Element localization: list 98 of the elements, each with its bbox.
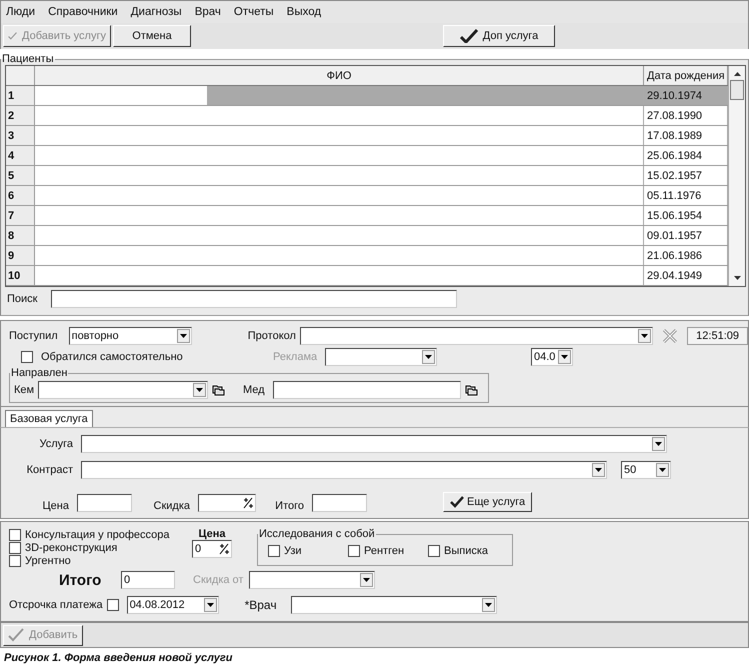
folders-icon[interactable] <box>465 384 478 396</box>
checkbox[interactable] <box>428 544 440 556</box>
row-number: 9 <box>6 246 35 265</box>
group-title: Исследования с собой <box>258 528 376 540</box>
table-row[interactable]: 5 15.02.1957 <box>6 166 728 186</box>
row-number: 10 <box>6 266 35 285</box>
checkbox-label: Узи <box>284 544 302 556</box>
contrast-percent-dropdown[interactable]: 50 <box>621 461 671 479</box>
discount-from-label: Скидка от <box>193 574 244 586</box>
scroll-thumb[interactable] <box>730 80 744 100</box>
discount-label: Скидка <box>152 500 191 512</box>
checkbox[interactable] <box>9 528 21 540</box>
checkmark-icon <box>460 29 478 43</box>
row-number: 3 <box>6 126 35 145</box>
deferral-label: Отсрочка платежа <box>9 599 103 611</box>
protocol-dropdown[interactable] <box>300 326 654 344</box>
menu-item[interactable]: Выход <box>286 6 322 18</box>
spin-arrows-icon[interactable] <box>219 543 229 555</box>
column-header[interactable]: ФИО <box>35 66 644 85</box>
med-field[interactable] <box>273 380 461 398</box>
row-number: 8 <box>6 226 35 245</box>
row-number: 4 <box>6 146 35 165</box>
checkbox-label: Консультация у профессора <box>25 528 170 540</box>
advertising-label: Реклама <box>273 350 318 362</box>
doctor-label: *Врач <box>244 598 278 612</box>
extra-service-button[interactable]: Доп услуга <box>443 25 555 47</box>
checkmark-icon <box>8 628 24 642</box>
table-row[interactable]: 1 29.10.1974 <box>6 86 728 106</box>
figure-caption: Рисунок 1. Форма введения новой услуги <box>3 651 234 666</box>
search-label: Поиск <box>7 293 38 305</box>
total-field[interactable] <box>312 494 367 512</box>
advertising-dropdown[interactable] <box>325 348 437 366</box>
row-number: 5 <box>6 166 35 185</box>
admission-dropdown[interactable]: повторно <box>68 326 192 344</box>
checkbox-label: Ургентно <box>25 554 71 566</box>
total-field[interactable]: 0 <box>121 571 175 589</box>
more-service-button[interactable]: Еще услуга <box>443 492 532 512</box>
table-row[interactable]: 10 29.04.1949 <box>6 266 728 286</box>
clear-icon[interactable] <box>661 326 680 344</box>
menu-item[interactable]: Справочники <box>48 6 118 18</box>
checkbox[interactable] <box>106 599 119 611</box>
cancel-button[interactable]: Отмена <box>113 25 191 47</box>
discount-from-dropdown[interactable] <box>249 571 375 589</box>
tab[interactable]: Базовая услуга <box>5 410 93 427</box>
admission-label: Поступил <box>9 330 59 342</box>
checkbox-label: Рентген <box>364 544 404 556</box>
checkbox-label: Обратился самостоятельно <box>41 350 184 362</box>
row-number: 2 <box>6 106 35 125</box>
contrast-dropdown[interactable] <box>81 461 607 479</box>
price-spinner[interactable]: 0 <box>192 540 232 558</box>
table-row[interactable]: 9 21.06.1986 <box>6 246 728 266</box>
price-label: Цена <box>198 528 226 540</box>
checkbox-label: Выписка <box>444 544 488 556</box>
scrollbar[interactable] <box>728 66 745 286</box>
service-dropdown[interactable] <box>81 435 667 453</box>
scroll-down-icon[interactable] <box>734 276 740 280</box>
price-field[interactable] <box>77 494 132 512</box>
table-cell: 29.10.1974 <box>644 86 728 105</box>
discount-spinner[interactable] <box>198 494 256 512</box>
row-number: 7 <box>6 206 35 225</box>
date-dropdown[interactable]: 04.0 <box>531 348 573 366</box>
spin-arrows-icon[interactable] <box>243 497 253 509</box>
date-dropdown[interactable]: 04.08.2012 <box>126 596 219 614</box>
price-label: Цена <box>42 500 70 512</box>
doctor-dropdown[interactable] <box>290 596 497 614</box>
time-display: 12:51:09 <box>687 326 748 344</box>
menu-item[interactable]: Люди <box>6 6 36 18</box>
checkbox[interactable] <box>9 542 21 554</box>
folders-icon[interactable] <box>212 384 225 396</box>
table-row[interactable]: 3 17.08.1989 <box>6 126 728 146</box>
service-label: Услуга <box>38 438 74 450</box>
table-row[interactable]: 7 15.06.1954 <box>6 206 728 226</box>
row-number: 6 <box>6 186 35 205</box>
search-field[interactable] <box>51 290 458 308</box>
checkbox[interactable] <box>268 544 280 556</box>
row-number: 1 <box>6 86 35 105</box>
table-row[interactable]: 8 09.01.1957 <box>6 226 728 246</box>
referred-by-label: Кем <box>14 384 34 396</box>
total-label: Итого <box>274 500 305 512</box>
group-title: Пациенты <box>1 53 55 65</box>
menu-item[interactable]: Диагнозы <box>130 6 182 18</box>
table-row[interactable]: 4 25.06.1984 <box>6 146 728 166</box>
table-row[interactable]: 2 27.08.1990 <box>6 106 728 126</box>
checkbox-label: 3D-реконструкция <box>25 542 118 554</box>
total-label: Итого <box>59 572 102 588</box>
contrast-label: Контраст <box>26 464 74 476</box>
menu-item[interactable]: Врач <box>194 6 221 18</box>
scroll-up-icon[interactable] <box>734 72 740 76</box>
protocol-label: Протокол <box>248 330 296 342</box>
checkbox[interactable] <box>348 544 360 556</box>
group-title: Направлен <box>10 367 68 379</box>
menu-item[interactable]: Отчеты <box>234 6 274 18</box>
checkbox[interactable] <box>9 554 21 566</box>
referred-by-dropdown[interactable] <box>38 380 208 398</box>
med-label: Мед <box>243 384 266 396</box>
table-row[interactable]: 6 05.11.1976 <box>6 186 728 206</box>
checkmark-icon <box>450 496 464 508</box>
checkbox[interactable] <box>21 350 33 362</box>
